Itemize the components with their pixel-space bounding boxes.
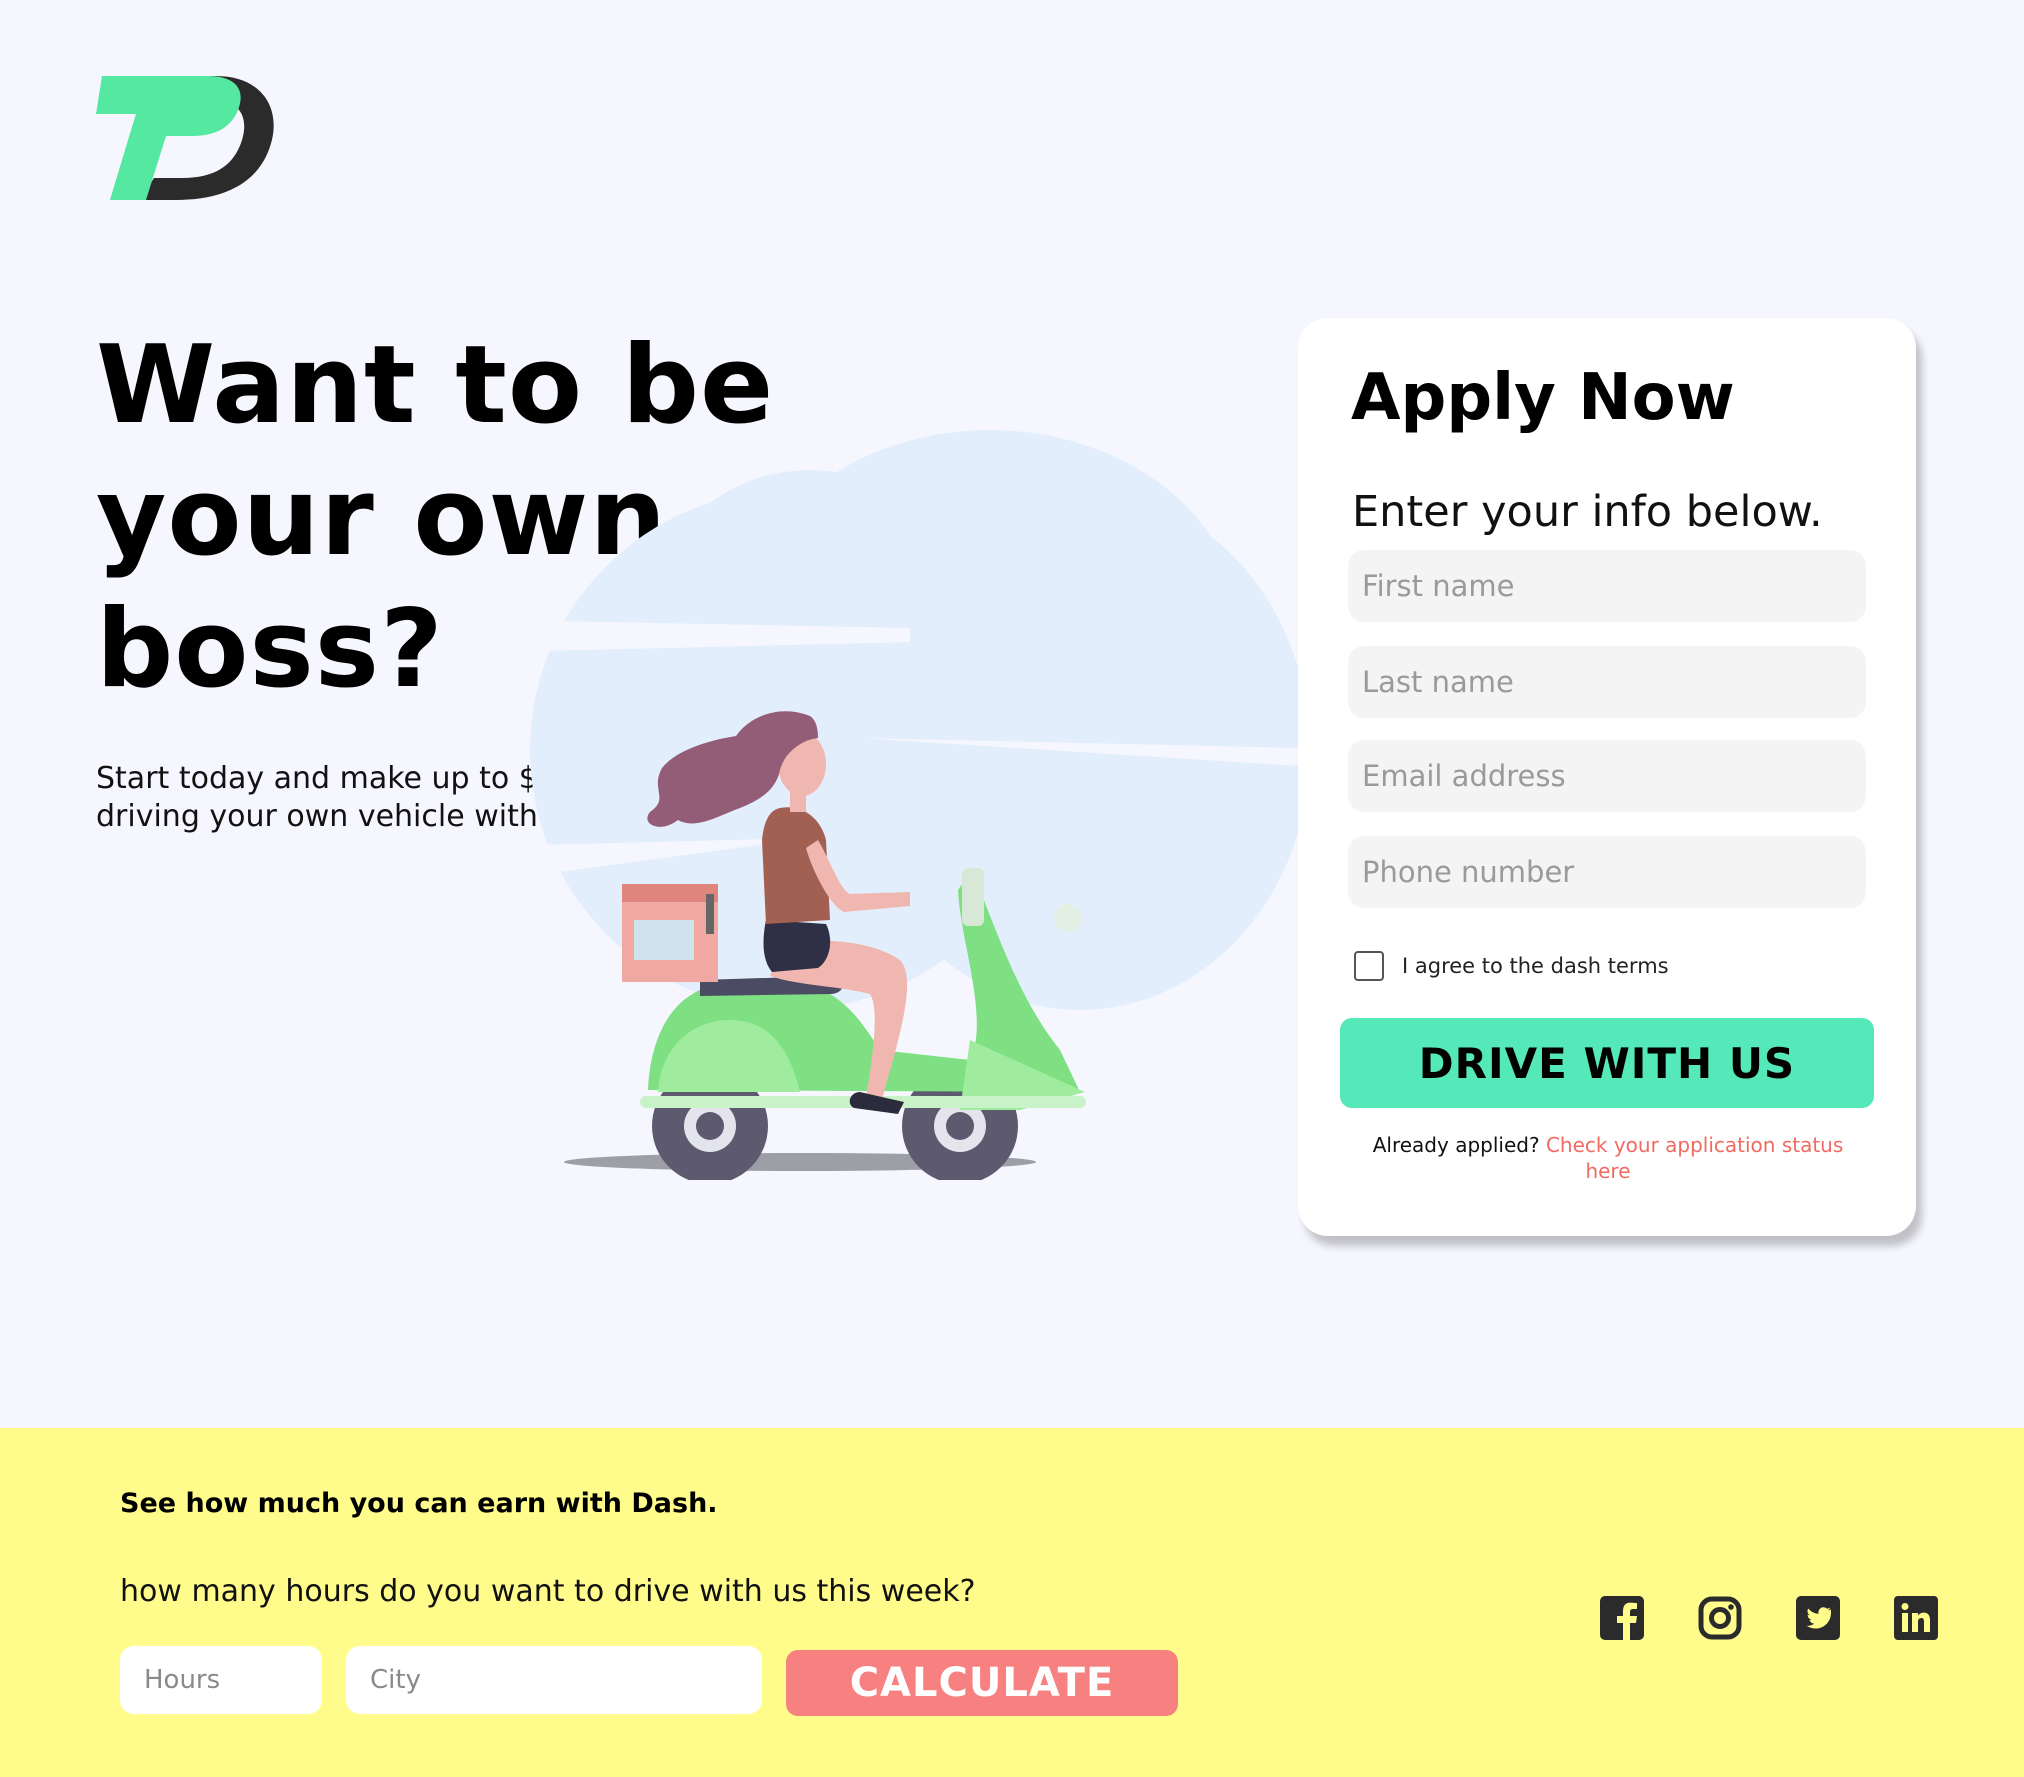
last-name-input[interactable] bbox=[1348, 646, 1866, 718]
calculate-button[interactable]: CALCULATE bbox=[786, 1650, 1178, 1716]
city-input[interactable] bbox=[346, 1646, 762, 1714]
facebook-icon[interactable] bbox=[1600, 1596, 1644, 1640]
apply-title: Apply Now bbox=[1351, 361, 1735, 435]
dash-logo[interactable] bbox=[96, 74, 276, 202]
instagram-icon[interactable] bbox=[1698, 1596, 1742, 1640]
dash-logo-icon bbox=[96, 76, 274, 200]
application-status-line: Already applied? Check your application … bbox=[1358, 1132, 1858, 1184]
already-applied-text: Already applied? bbox=[1372, 1133, 1540, 1157]
terms-checkbox[interactable] bbox=[1354, 951, 1384, 981]
earnings-calculator-section: See how much you can earn with Dash. how… bbox=[0, 1428, 2024, 1777]
linkedin-icon[interactable] bbox=[1894, 1596, 1938, 1640]
check-status-link[interactable]: Check your application status here bbox=[1546, 1133, 1843, 1183]
earnings-title: See how much you can earn with Dash. bbox=[120, 1488, 718, 1519]
hours-question: how many hours do you want to drive with… bbox=[120, 1574, 976, 1609]
apply-card: Apply Now Enter your info below. I agree… bbox=[1298, 318, 1916, 1236]
drive-with-us-button[interactable]: DRIVE WITH US bbox=[1340, 1018, 1874, 1108]
first-name-input[interactable] bbox=[1348, 550, 1866, 622]
apply-subtitle: Enter your info below. bbox=[1352, 487, 1823, 537]
email-input[interactable] bbox=[1348, 740, 1866, 812]
hours-input[interactable] bbox=[120, 1646, 322, 1714]
terms-label[interactable]: I agree to the dash terms bbox=[1402, 954, 1669, 978]
twitter-icon[interactable] bbox=[1796, 1596, 1840, 1640]
phone-input[interactable] bbox=[1348, 836, 1866, 908]
scooter-rider-illustration bbox=[500, 420, 1310, 1184]
terms-row: I agree to the dash terms bbox=[1354, 948, 1669, 984]
